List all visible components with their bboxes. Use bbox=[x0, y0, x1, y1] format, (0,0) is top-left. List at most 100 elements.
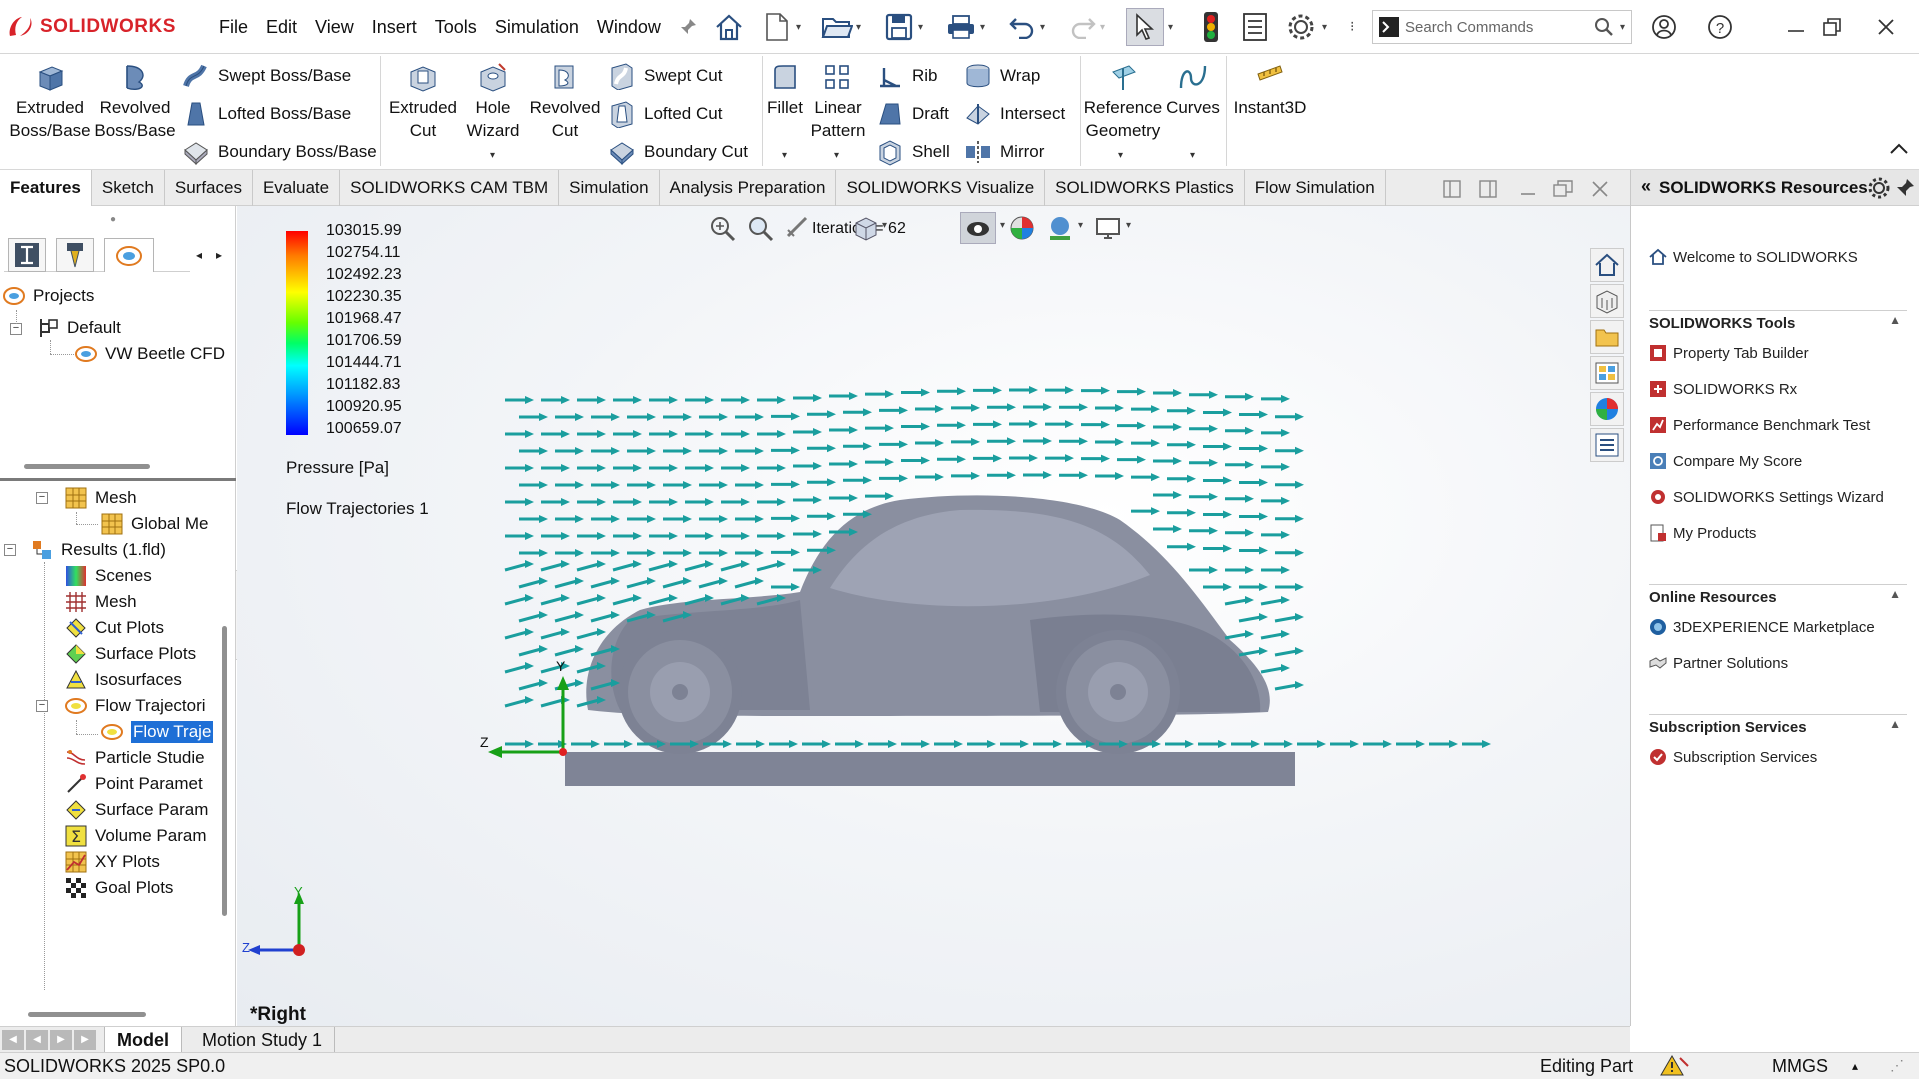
curves-dropdown-icon[interactable]: ▾ bbox=[1190, 150, 1195, 161]
swept-boss-button[interactable]: Swept Boss/Base bbox=[182, 62, 351, 90]
search-dropdown-icon[interactable]: ▾ bbox=[1620, 22, 1625, 33]
reference-geometry-dropdown-icon[interactable]: ▾ bbox=[1118, 150, 1123, 161]
last-tab-icon[interactable]: ▶ bbox=[74, 1030, 96, 1050]
shell-button[interactable]: Shell bbox=[876, 138, 950, 166]
undo-icon[interactable] bbox=[1003, 8, 1041, 46]
extruded-cut-button[interactable]: Extruded Cut bbox=[382, 62, 464, 142]
task-pane-home-icon[interactable] bbox=[1590, 248, 1624, 282]
section-subscription-services[interactable]: Subscription Services ▲ bbox=[1649, 714, 1907, 736]
display-style-dropdown-icon[interactable]: ▾ bbox=[1000, 220, 1005, 231]
collapse-mesh-icon[interactable]: − bbox=[36, 492, 48, 504]
scroll-tabs-left-icon[interactable]: ◂ bbox=[196, 248, 202, 262]
flow-simulation-tab-icon[interactable] bbox=[104, 238, 154, 272]
print-icon[interactable] bbox=[942, 8, 980, 46]
new-document-icon[interactable] bbox=[758, 8, 796, 46]
wrap-button[interactable]: Wrap bbox=[964, 62, 1040, 90]
file-explorer-icon[interactable] bbox=[1590, 320, 1624, 354]
tab-cam-tbm[interactable]: SOLIDWORKS CAM TBM bbox=[340, 170, 560, 206]
tree-flow-trajectories[interactable]: Flow Trajectori bbox=[64, 694, 206, 718]
tree-scenes[interactable]: Scenes bbox=[64, 564, 152, 588]
search-icon[interactable] bbox=[1594, 17, 1614, 37]
boundary-boss-button[interactable]: Boundary Boss/Base bbox=[182, 138, 377, 166]
link-partner-solutions[interactable]: Partner Solutions bbox=[1649, 654, 1788, 672]
boundary-cut-button[interactable]: Boundary Cut bbox=[608, 138, 748, 166]
design-library-icon[interactable] bbox=[1590, 284, 1624, 318]
view-settings-dropdown-icon[interactable]: ▾ bbox=[1126, 220, 1131, 231]
pane-options-gear-icon[interactable] bbox=[1867, 176, 1891, 200]
fillet-button[interactable]: Fillet bbox=[764, 62, 806, 119]
menu-tools[interactable]: Tools bbox=[426, 17, 486, 38]
reference-geometry-button[interactable]: Reference Geometry bbox=[1082, 62, 1164, 142]
revolved-boss-button[interactable]: Revolved Boss/Base bbox=[94, 62, 176, 142]
section-online-resources[interactable]: Online Resources ▲ bbox=[1649, 584, 1907, 606]
tab-simulation[interactable]: Simulation bbox=[559, 170, 660, 206]
tree-global-mesh[interactable]: Global Me bbox=[100, 512, 208, 536]
pin-icon[interactable] bbox=[670, 18, 706, 36]
tab-sketch[interactable]: Sketch bbox=[92, 170, 165, 206]
rebuild-traffic-light-icon[interactable] bbox=[1192, 8, 1230, 46]
mirror-button[interactable]: Mirror bbox=[964, 138, 1044, 166]
select-dropdown-icon[interactable]: ▾ bbox=[1168, 22, 1173, 33]
redo-dropdown-icon[interactable]: ▾ bbox=[1100, 22, 1105, 33]
next-tab-icon[interactable]: ▶ bbox=[50, 1030, 72, 1050]
tree-results-mesh[interactable]: Mesh bbox=[64, 590, 137, 614]
link-subscription-services[interactable]: Subscription Services bbox=[1649, 748, 1817, 766]
previous-view-icon[interactable] bbox=[784, 214, 812, 242]
help-icon[interactable]: ? bbox=[1700, 8, 1740, 46]
collapse-section-icon[interactable]: ▲ bbox=[1889, 717, 1901, 731]
tree-surface-plots[interactable]: Surface Plots bbox=[64, 642, 196, 666]
options-gear-icon[interactable] bbox=[1282, 8, 1320, 46]
prev-tab-icon[interactable]: ◀ bbox=[26, 1030, 48, 1050]
link-my-products[interactable]: My Products bbox=[1649, 524, 1756, 542]
tree-horizontal-scrollbar[interactable] bbox=[28, 1012, 146, 1017]
collapse-section-icon[interactable]: ▲ bbox=[1889, 587, 1901, 601]
panel-grip-icon[interactable]: ● bbox=[110, 214, 116, 225]
graphics-area[interactable] bbox=[237, 206, 1630, 1026]
link-performance-benchmark[interactable]: Performance Benchmark Test bbox=[1649, 416, 1870, 434]
splitter-bar[interactable] bbox=[0, 478, 236, 481]
tile-left-icon[interactable] bbox=[1442, 179, 1462, 199]
edit-appearance-icon[interactable] bbox=[1008, 214, 1036, 242]
view-palette-icon[interactable] bbox=[1590, 356, 1624, 390]
collapse-flow-trajectories-icon[interactable]: − bbox=[36, 700, 48, 712]
link-solidworks-rx[interactable]: SOLIDWORKS Rx bbox=[1649, 380, 1797, 398]
scroll-tabs-right-icon[interactable]: ▸ bbox=[216, 248, 222, 262]
open-dropdown-icon[interactable]: ▾ bbox=[856, 22, 861, 33]
units-label[interactable]: MMGS bbox=[1772, 1056, 1828, 1077]
revolved-cut-button[interactable]: Revolved Cut bbox=[524, 62, 606, 142]
hole-wizard-button[interactable]: Hole Wizard bbox=[460, 62, 526, 142]
print-dropdown-icon[interactable]: ▾ bbox=[980, 22, 985, 33]
appearances-icon[interactable] bbox=[1590, 392, 1624, 426]
save-dropdown-icon[interactable]: ▾ bbox=[918, 22, 923, 33]
tab-analysis-preparation[interactable]: Analysis Preparation bbox=[660, 170, 837, 206]
linear-pattern-button[interactable]: Linear Pattern bbox=[806, 62, 870, 142]
undo-dropdown-icon[interactable]: ▾ bbox=[1040, 22, 1045, 33]
pane-pin-icon[interactable] bbox=[1895, 178, 1915, 198]
redo-icon[interactable] bbox=[1064, 8, 1102, 46]
select-pointer-icon[interactable] bbox=[1126, 8, 1164, 46]
link-compare-my-score[interactable]: Compare My Score bbox=[1649, 452, 1802, 470]
resize-grip-icon[interactable]: ⋰ bbox=[1890, 1057, 1904, 1074]
tab-plastics[interactable]: SOLIDWORKS Plastics bbox=[1045, 170, 1245, 206]
doc-minimize-icon[interactable] bbox=[1518, 179, 1538, 199]
tab-motion-study-1[interactable]: Motion Study 1 bbox=[190, 1027, 336, 1053]
close-window-icon[interactable] bbox=[1866, 8, 1906, 46]
units-dropdown-icon[interactable]: ▴ bbox=[1852, 1059, 1858, 1073]
tree-results[interactable]: Results (1.fld) bbox=[30, 538, 166, 562]
tab-model[interactable]: Model bbox=[104, 1027, 182, 1053]
apply-scene-icon[interactable] bbox=[1046, 214, 1074, 242]
home-icon[interactable] bbox=[710, 8, 748, 46]
link-property-tab-builder[interactable]: Property Tab Builder bbox=[1649, 344, 1809, 362]
collapse-section-icon[interactable]: ▲ bbox=[1889, 313, 1901, 327]
extruded-boss-button[interactable]: Extruded Boss/Base bbox=[6, 62, 94, 142]
options-dropdown-icon[interactable]: ▾ bbox=[1322, 22, 1327, 33]
lofted-cut-button[interactable]: Lofted Cut bbox=[608, 100, 722, 128]
file-properties-icon[interactable] bbox=[1236, 8, 1274, 46]
account-icon[interactable] bbox=[1644, 8, 1684, 46]
collapse-pane-icon[interactable]: « bbox=[1641, 176, 1651, 197]
draft-button[interactable]: Draft bbox=[876, 100, 949, 128]
collapse-ribbon-icon[interactable] bbox=[1888, 140, 1910, 156]
tree-project-vw-beetle[interactable]: VW Beetle CFD bbox=[74, 342, 225, 366]
view-orientation-dropdown-icon[interactable]: ▾ bbox=[882, 220, 887, 231]
tree-point-parameters[interactable]: Point Paramet bbox=[64, 772, 203, 796]
